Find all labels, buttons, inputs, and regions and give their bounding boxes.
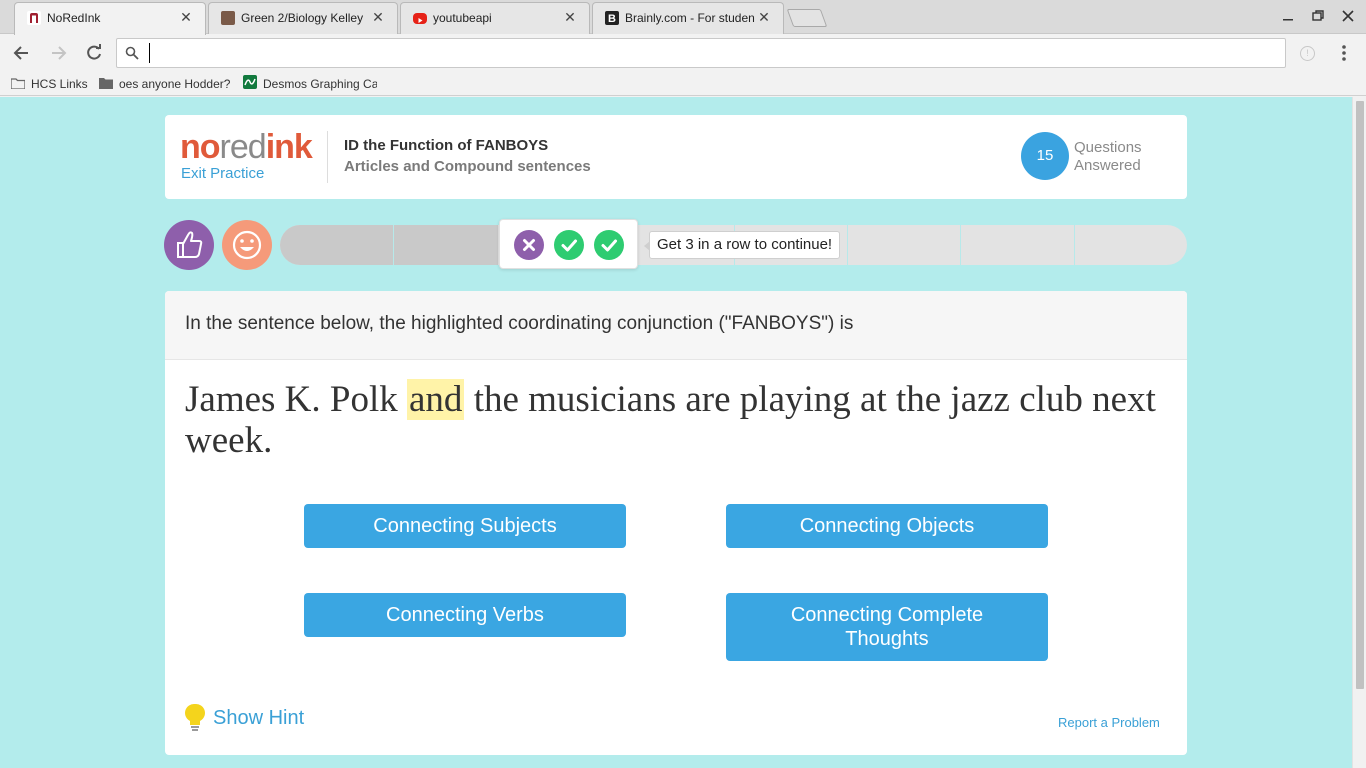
correct-answer-icon <box>554 230 584 260</box>
highlighted-conjunction: and <box>407 379 465 420</box>
activity-header: noredink Exit Practice ID the Function o… <box>165 115 1187 199</box>
bookmark-hodder[interactable]: oes anyone Hodder? <box>99 75 230 93</box>
tab-title: Brainly.com - For studen <box>625 11 755 25</box>
desmos-icon <box>243 75 257 89</box>
new-tab-button[interactable] <box>786 9 828 27</box>
answer-connecting-complete-thoughts-button[interactable]: Connecting Complete Thoughts <box>726 593 1048 661</box>
noredink-logo[interactable]: noredink <box>180 127 313 167</box>
bookmark-label: Desmos Graphing Ca <box>263 77 377 91</box>
page-content: noredink Exit Practice ID the Function o… <box>0 97 1352 768</box>
progress-segment-divider <box>1074 225 1075 265</box>
streak-tooltip: Get 3 in a row to continue! <box>643 231 841 259</box>
progress-segment-divider <box>960 225 961 265</box>
forward-arrow-icon[interactable] <box>48 43 68 63</box>
bookmark-label: oes anyone Hodder? <box>119 77 231 91</box>
activity-title: ID the Function of FANBOYS <box>344 137 549 154</box>
answer-connecting-verbs-button[interactable]: Connecting Verbs <box>304 593 626 637</box>
extension-info-icon[interactable]: ! <box>1300 46 1315 61</box>
report-problem-link[interactable]: Report a Problem <box>1058 715 1160 730</box>
logo-ink: ink <box>265 128 313 166</box>
sentence-before: James K. Polk <box>185 379 407 420</box>
thumbs-up-icon[interactable] <box>164 220 214 270</box>
browser-toolbar: ! <box>0 34 1366 72</box>
answer-streak <box>499 219 638 269</box>
bookmark-label: HCS Links <box>31 77 88 91</box>
wrong-answer-icon <box>514 230 544 260</box>
tab-brainly[interactable]: B Brainly.com - For studen ✕ <box>592 2 784 34</box>
bookmark-desmos[interactable]: Desmos Graphing Ca <box>243 75 377 93</box>
reload-icon[interactable] <box>84 43 104 63</box>
question-card: In the sentence below, the highlighted c… <box>165 291 1187 755</box>
search-icon <box>125 46 139 60</box>
answer-connecting-subjects-button[interactable]: Connecting Subjects <box>304 504 626 548</box>
progress-fill <box>280 225 498 265</box>
restore-icon[interactable] <box>1310 8 1326 24</box>
tab-green-biology[interactable]: Green 2/Biology Kelley ✕ <box>208 2 398 34</box>
close-tab-icon[interactable]: ✕ <box>563 10 577 24</box>
show-hint-label: Show Hint <box>213 707 305 729</box>
noredink-favicon-icon <box>27 11 41 25</box>
question-prompt: In the sentence below, the highlighted c… <box>185 313 854 334</box>
tab-title: Green 2/Biology Kelley <box>241 11 364 25</box>
brainly-favicon-icon: B <box>605 11 619 25</box>
smiley-face-icon[interactable] <box>222 220 272 270</box>
answer-connecting-objects-button[interactable]: Connecting Objects <box>726 504 1048 548</box>
progress-segment-divider <box>393 225 394 265</box>
prompt-area: In the sentence below, the highlighted c… <box>165 291 1187 360</box>
svg-text:B: B <box>608 13 616 25</box>
address-bar[interactable] <box>116 38 1286 68</box>
page-scrollbar[interactable] <box>1352 97 1366 768</box>
questions-answered-count: 15 <box>1021 132 1069 180</box>
youtube-favicon-icon <box>413 13 427 24</box>
questions-answered-label: Questions Answered <box>1074 139 1142 174</box>
scrollbar-thumb[interactable] <box>1356 101 1364 689</box>
logo-red: red <box>219 128 267 166</box>
header-divider <box>327 131 328 183</box>
logo-no: no <box>180 128 221 166</box>
folder-icon <box>99 76 113 89</box>
bookmark-hcs-links[interactable]: HCS Links <box>10 75 88 93</box>
lightbulb-icon <box>185 703 205 733</box>
browser-menu-icon[interactable] <box>1336 43 1352 63</box>
correct-answer-icon <box>594 230 624 260</box>
tab-youtubeapi[interactable]: youtubeapi ✕ <box>400 2 590 34</box>
close-tab-icon[interactable]: ✕ <box>757 10 771 24</box>
browser-tabstrip: NoRedInk ✕ Green 2/Biology Kelley ✕ yout… <box>0 0 1366 35</box>
minimize-icon[interactable] <box>1280 8 1296 24</box>
tab-title: NoRedInk <box>47 11 101 25</box>
progress-segment-divider <box>847 225 848 265</box>
close-tab-icon[interactable]: ✕ <box>179 10 193 24</box>
folder-icon <box>10 76 26 90</box>
question-sentence: James K. Polk and the musicians are play… <box>185 379 1170 461</box>
bookmarks-bar: HCS Links oes anyone Hodder? Desmos Grap… <box>0 72 1366 96</box>
activity-subtitle: Articles and Compound sentences <box>344 158 591 175</box>
close-window-icon[interactable] <box>1340 8 1356 24</box>
classroom-favicon-icon <box>221 11 235 25</box>
exit-practice-link[interactable]: Exit Practice <box>181 165 264 182</box>
back-arrow-icon[interactable] <box>12 43 32 63</box>
address-input[interactable] <box>149 43 1269 63</box>
tab-title: youtubeapi <box>433 11 492 25</box>
tab-noredink[interactable]: NoRedInk ✕ <box>14 2 206 35</box>
close-tab-icon[interactable]: ✕ <box>371 10 385 24</box>
